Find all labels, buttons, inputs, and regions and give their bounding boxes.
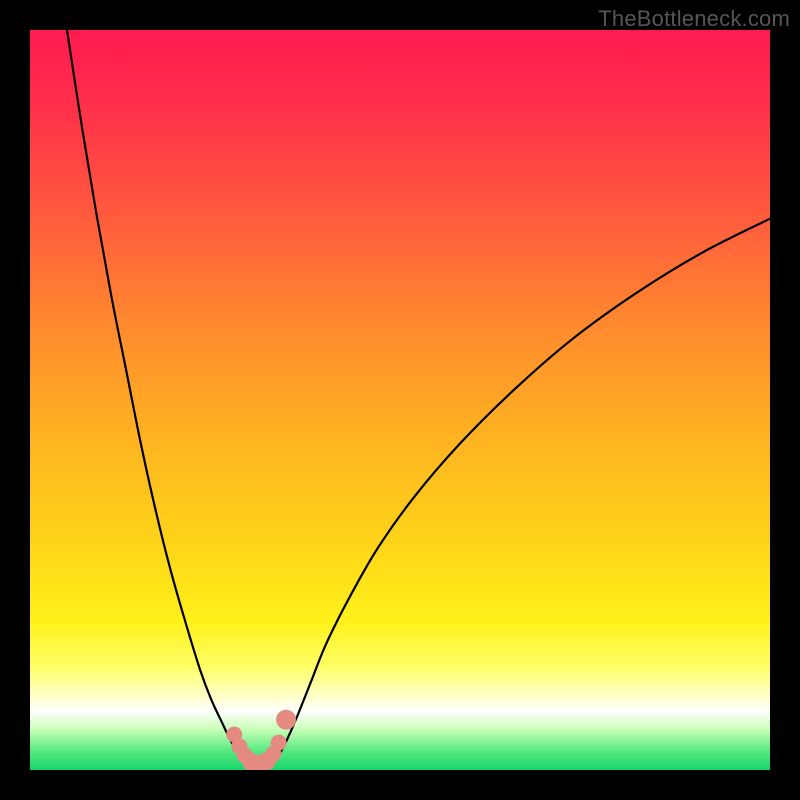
outer-frame: TheBottleneck.com (0, 0, 800, 800)
chart-background (30, 30, 770, 770)
chart-svg (30, 30, 770, 770)
valley-marker (276, 710, 296, 730)
valley-marker (271, 735, 287, 751)
chart-area (30, 30, 770, 770)
watermark-text: TheBottleneck.com (598, 6, 790, 32)
